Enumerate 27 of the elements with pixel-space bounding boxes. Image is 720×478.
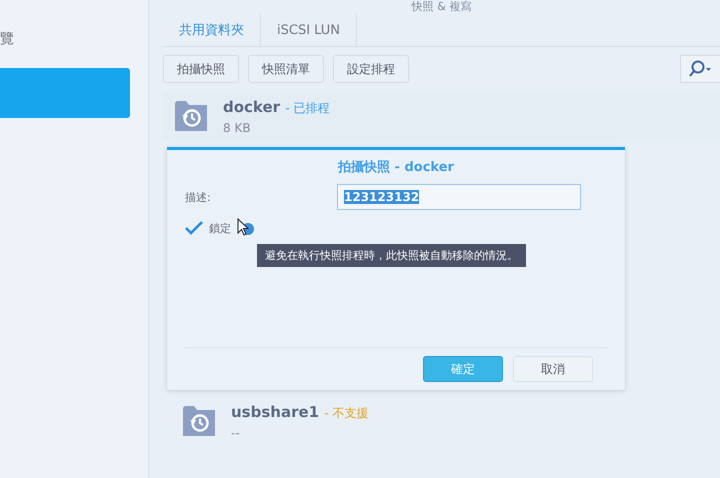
dialog-title: 拍攝快照 - docker [336, 159, 455, 176]
share-status: - 不支援 [324, 406, 368, 420]
search-icon [687, 60, 713, 78]
description-field[interactable]: 123123132 [337, 184, 581, 210]
lock-checkbox[interactable] [185, 221, 203, 235]
toolbar-button[interactable]: 設定排程 [333, 55, 409, 83]
share-name: docker [223, 98, 280, 116]
toolbar-button[interactable]: 快照清單 [248, 55, 324, 83]
description-label: 描述: [185, 190, 212, 204]
tab[interactable]: iSCSI LUN [261, 14, 357, 46]
pointer-icon [237, 218, 255, 238]
dialog-button[interactable]: 取消 [513, 356, 593, 382]
sidebar-item[interactable]: 覽 [0, 30, 148, 50]
share-status: - 已排程 [285, 100, 330, 114]
share-name: usbshare1 [231, 402, 320, 420]
folder-clock-icon [183, 406, 215, 436]
window-title: 快照 & 複寫 [410, 0, 472, 14]
share-row[interactable]: usbshare1 - 不支援 -- [163, 396, 720, 446]
folder-clock-icon [175, 101, 207, 131]
share-size: -- [231, 426, 241, 440]
tab[interactable]: 共用資料夾 [163, 14, 261, 46]
toolbar-button[interactable]: 拍攝快照 [163, 55, 239, 83]
tooltip: 避免在執行快照排程時，此快照被自動移除的情況。 [257, 244, 526, 267]
lock-label: 鎖定 [209, 220, 231, 236]
share-size: 8 KB [223, 120, 252, 134]
search-button[interactable] [680, 55, 720, 83]
share-row[interactable]: docker - 已排程 8 KB [163, 91, 720, 141]
